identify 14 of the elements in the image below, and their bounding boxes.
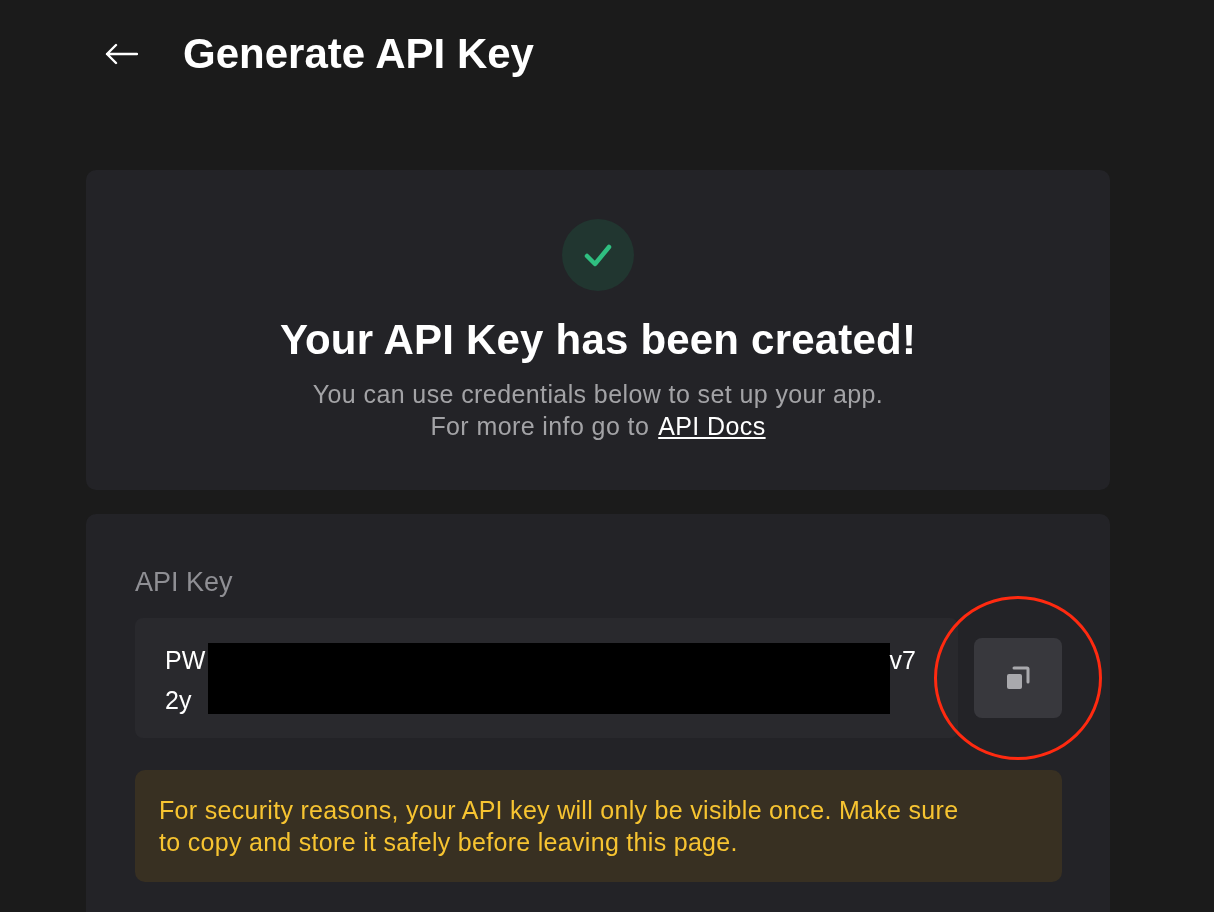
- key-text: 2y: [165, 685, 193, 716]
- description-text: You can use credentials below to set up your app. For more info go to API Docs: [312, 379, 884, 442]
- check-icon: [562, 219, 634, 291]
- success-title: Your API Key has been created!: [279, 316, 917, 364]
- warning-text: For security reasons, your API key will only be visible once. Make sure to copy and store it safely before leaving this page.: [159, 795, 960, 858]
- key-text: PW: [165, 645, 206, 676]
- copy-button[interactable]: [974, 638, 1062, 718]
- key-text: v7: [889, 645, 916, 676]
- back-arrow-icon: [105, 43, 138, 65]
- api-key-label: API Key: [135, 566, 233, 598]
- api-docs-link[interactable]: API Docs: [658, 412, 766, 440]
- copy-icon: [1005, 665, 1031, 691]
- api-key-field[interactable]: PW v7 2y: [135, 618, 958, 738]
- page-title: Generate API Key: [183, 30, 534, 78]
